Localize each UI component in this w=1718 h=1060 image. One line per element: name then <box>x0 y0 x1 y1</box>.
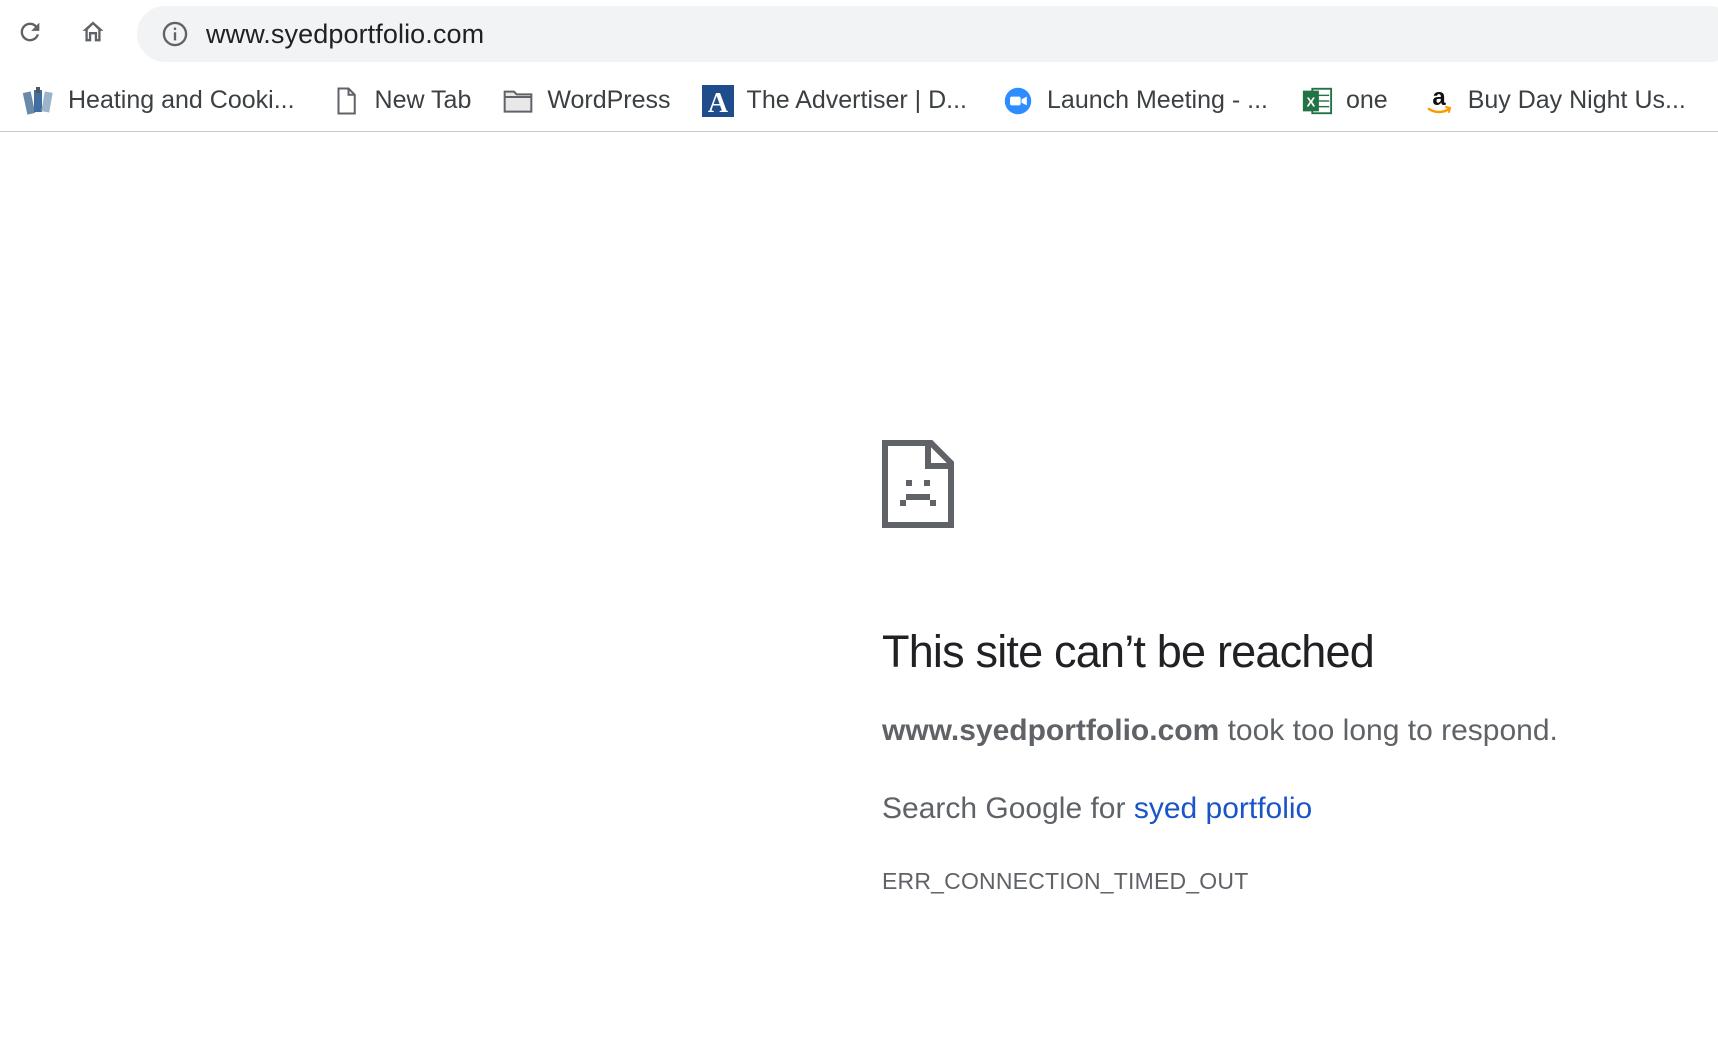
svg-text:a: a <box>1432 84 1446 111</box>
bookmark-wordpress-folder[interactable]: WordPress <box>501 79 671 123</box>
bookmark-label: Buy Day Night Us... <box>1467 86 1686 114</box>
bookmark-buy-day-night[interactable]: a Buy Day Night Us... <box>1422 79 1686 123</box>
search-suggestion: Search Google for syed portfolio <box>882 792 1702 826</box>
bookmarks-bar: Heating and Cooki... New Tab WordPress A… <box>0 70 1718 132</box>
reload-button[interactable] <box>10 12 50 52</box>
site-info-icon[interactable] <box>161 20 189 48</box>
address-bar[interactable]: www.syedportfolio.com <box>137 6 1718 62</box>
bookmark-label: Heating and Cooki... <box>68 86 295 114</box>
bookmark-the-advertiser[interactable]: A The Advertiser | D... <box>701 79 967 123</box>
zoom-icon <box>1001 84 1035 118</box>
browser-toolbar: www.syedportfolio.com <box>0 0 1718 66</box>
sad-page-icon <box>882 440 954 528</box>
excel-icon: X <box>1300 84 1334 118</box>
amazon-icon: a <box>1422 84 1456 118</box>
bookmark-label: New Tab <box>374 86 472 114</box>
error-title: This site can’t be reached <box>882 626 1375 677</box>
folder-icon <box>501 84 535 118</box>
bookmark-label: one <box>1345 86 1388 114</box>
search-suggestion-prefix: Search Google for <box>882 792 1134 825</box>
svg-text:A: A <box>707 88 728 118</box>
error-page-content: This site can’t be reached www.syedportf… <box>882 440 1702 895</box>
reload-icon <box>20 22 40 42</box>
home-button[interactable] <box>73 12 113 52</box>
error-description: www.syedportfolio.com took too long to r… <box>882 714 1702 748</box>
svg-text:X: X <box>1306 94 1315 109</box>
address-bar-url[interactable]: www.syedportfolio.com <box>206 19 484 50</box>
error-code: ERR_CONNECTION_TIMED_OUT <box>882 868 1249 894</box>
page-icon <box>329 84 363 118</box>
bookmark-label: The Advertiser | D... <box>746 86 968 114</box>
bookmark-label: WordPress <box>547 86 671 114</box>
bookmark-launch-meeting[interactable]: Launch Meeting - ... <box>1001 79 1268 123</box>
bookmark-one[interactable]: X one <box>1300 79 1388 123</box>
site-favicon-icon <box>22 84 56 118</box>
error-description-suffix: took too long to respond. <box>1219 714 1558 747</box>
bookmark-heating-cooking[interactable]: Heating and Cooki... <box>22 79 295 123</box>
error-host: www.syedportfolio.com <box>882 714 1220 747</box>
bookmark-new-tab[interactable]: New Tab <box>329 79 472 123</box>
bookmark-label: Launch Meeting - ... <box>1047 86 1268 114</box>
home-icon <box>82 21 104 42</box>
advertiser-logo-icon: A <box>701 84 735 118</box>
search-google-link[interactable]: syed portfolio <box>1134 792 1312 825</box>
